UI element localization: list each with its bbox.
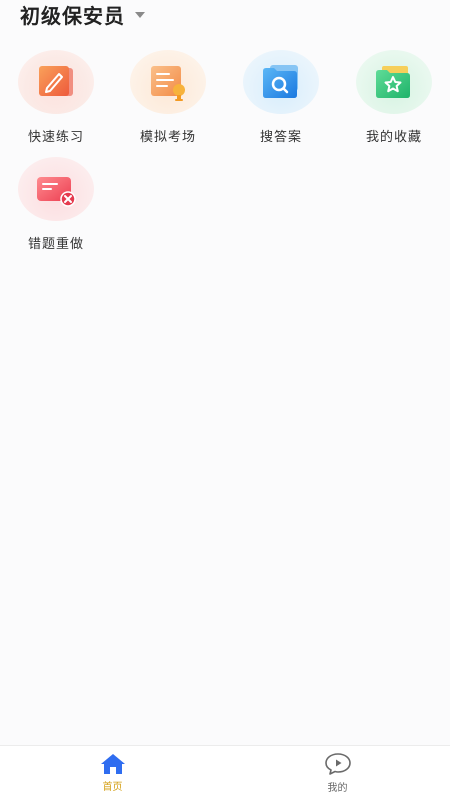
wrong-card-icon [18,157,94,221]
bottom-tab-bar: 首页 我的 [0,745,450,800]
home-icon [100,754,125,774]
tile-label: 搜答案 [259,130,302,145]
tile-mock-exam[interactable]: 模拟考场 [112,50,224,150]
tile-quick-practice[interactable]: 快速练习 [0,50,112,150]
tile-my-favorites[interactable]: 我的收藏 [338,50,450,150]
star-folder-icon [356,50,432,114]
tile-label: 快速练习 [27,130,84,145]
tile-label: 模拟考场 [139,130,196,145]
caret-down-icon[interactable] [135,12,145,18]
tile-label: 我的收藏 [365,130,422,145]
header[interactable]: 初级保安员 [20,0,145,28]
tab-label: 首页 [102,782,123,793]
tab-label: 我的 [327,783,348,794]
search-folder-icon [243,50,319,114]
tab-mine[interactable]: 我的 [225,746,450,800]
tab-home[interactable]: 首页 [0,746,225,800]
tile-redo-mistakes[interactable]: 错题重做 [0,157,112,257]
chat-play-icon [324,753,351,775]
pencil-note-icon [18,50,94,114]
page-title: 初级保安员 [20,3,125,28]
tile-label: 错题重做 [27,237,84,252]
exam-trophy-icon [130,50,206,114]
tile-search-answer[interactable]: 搜答案 [225,50,337,150]
